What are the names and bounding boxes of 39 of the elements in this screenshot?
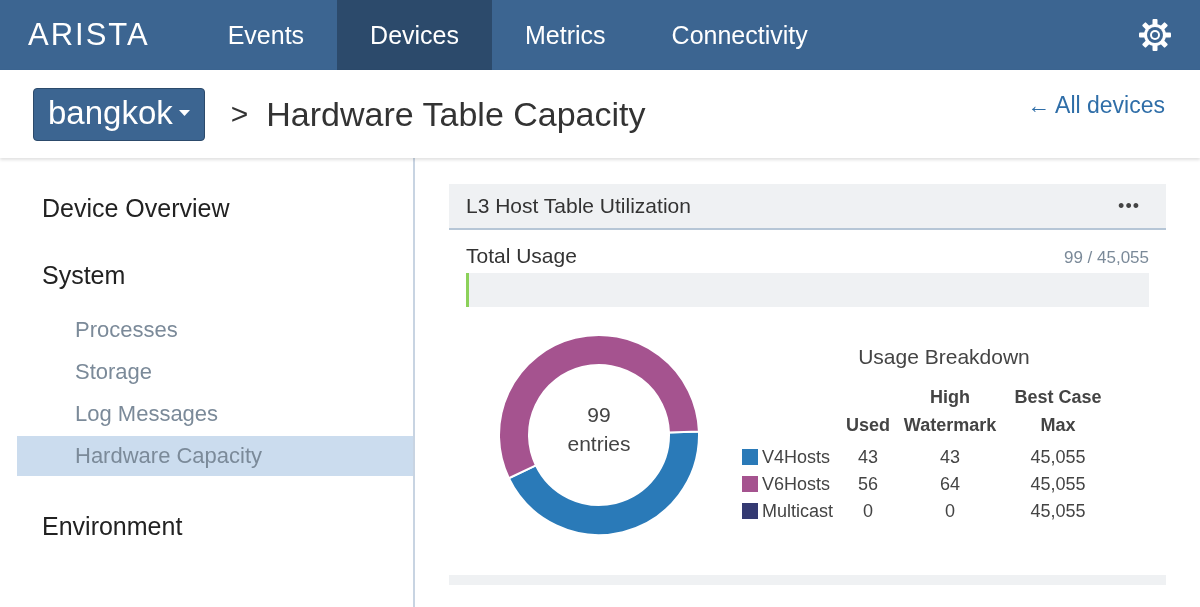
sidebar-item[interactable]: Device Overview: [17, 188, 413, 229]
sidebar-item[interactable]: System: [17, 255, 413, 296]
breakdown-title: Usage Breakdown: [858, 345, 1030, 369]
table-cell-text: 43: [939, 446, 961, 469]
caret-icon: [178, 109, 190, 116]
legend-label: V6Hosts: [761, 474, 830, 494]
all-devices-link[interactable]: ← All devices: [1026, 92, 1165, 119]
nav-tab[interactable]: Events: [194, 0, 338, 70]
table-cell-text: 56: [856, 473, 879, 496]
total-usage-reading: 99 / 45,055: [1063, 248, 1149, 268]
table-cell-text: 0: [862, 500, 874, 523]
nav-tab[interactable]: Metrics: [492, 0, 639, 70]
legend-label: V4Hosts: [761, 447, 830, 467]
sidebar-subitem[interactable]: Storage: [17, 352, 413, 392]
nav-tab[interactable]: Devices: [337, 0, 493, 70]
column-header: Used: [845, 414, 891, 437]
settings-icon[interactable]: [1138, 18, 1172, 52]
card-title: L3 Host Table Utilization: [466, 194, 691, 218]
total-usage-label: Total Usage: [466, 244, 577, 268]
table-cell-text: 43: [856, 446, 879, 469]
table-cell-text: 45,055: [1029, 446, 1087, 469]
breadcrumb-separator: >: [230, 97, 249, 131]
more-menu[interactable]: •••: [1118, 195, 1140, 217]
sidebar-subitem[interactable]: Log Messages: [17, 394, 413, 434]
arista-logo: ARISTA: [28, 17, 150, 53]
donut-total: 99: [587, 403, 611, 427]
device-dropdown[interactable]: bangkok: [33, 87, 205, 141]
donut-unit: entries: [567, 432, 631, 456]
page-title: Hardware Table Capacity: [266, 94, 646, 134]
legend-label: Multicast: [761, 501, 833, 521]
sidebar-subitem[interactable]: Processes: [17, 310, 413, 350]
table-cell-text: 45,055: [1029, 500, 1087, 523]
sidebar-item[interactable]: Environment: [17, 506, 413, 547]
table-cell-text: 45,055: [1029, 473, 1087, 496]
column-header: Best Case Max: [1013, 386, 1103, 437]
table-cell-text: 0: [944, 500, 956, 523]
nav-tab[interactable]: Connectivity: [638, 0, 841, 70]
column-header: High Watermark: [902, 386, 998, 437]
table-cell-text: 64: [939, 473, 961, 496]
